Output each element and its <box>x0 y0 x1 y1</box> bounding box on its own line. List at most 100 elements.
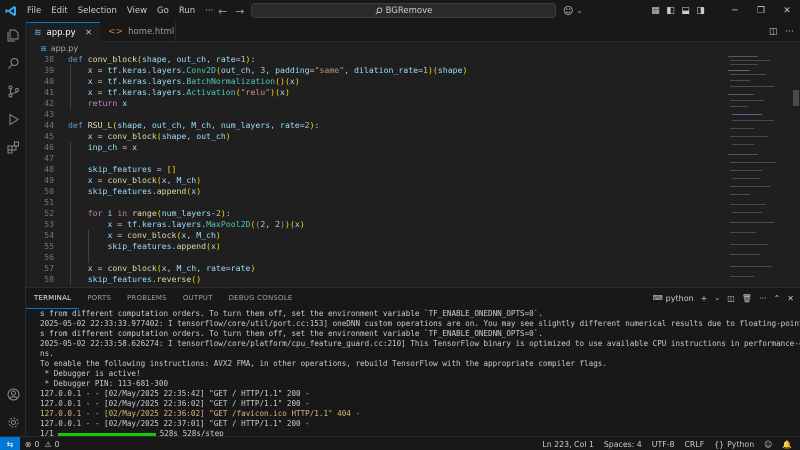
forward-arrow-icon[interactable]: → <box>235 5 244 18</box>
language-label: Python <box>727 439 755 449</box>
python-icon: ≋ <box>40 43 47 53</box>
tab-home-html[interactable]: <> home.html <box>100 22 176 42</box>
toggle-panel-icon[interactable]: ⬓ <box>678 0 693 22</box>
remote-indicator-icon[interactable]: ⇆ <box>0 437 20 450</box>
warning-count: 0 <box>54 439 60 449</box>
code-line: 40 x = tf.keras.layers.BatchNormalizatio… <box>44 76 300 86</box>
code-line: 50 skip_features.append(x) <box>44 186 202 196</box>
minimap[interactable] <box>726 54 792 285</box>
encoding[interactable]: UTF-8 <box>652 440 675 449</box>
code-editor[interactable]: 38 def conv_block(shape, out_ch, rate=1):… <box>26 54 726 285</box>
code-line: 38 def conv_block(shape, out_ch, rate=1): <box>44 54 256 64</box>
tab-terminal[interactable]: TERMINAL <box>26 288 80 309</box>
menu-more[interactable]: ··· <box>200 0 218 22</box>
editor-scrollbar[interactable] <box>792 54 800 285</box>
customize-layout-icon[interactable]: ▦ <box>648 0 663 22</box>
indentation[interactable]: Spaces: 4 <box>604 440 642 449</box>
more-actions-icon[interactable]: ··· <box>785 27 794 37</box>
terminal-line: * Debugger is active! <box>40 369 141 378</box>
code-line: 44 def RSU_L(shape, out_ch, M_ch, num_lay… <box>44 120 320 130</box>
code-line: 54 x = conv_block(x, M_ch) <box>44 230 221 240</box>
more-actions-icon[interactable]: ··· <box>759 294 767 303</box>
tab-label: app.py <box>46 27 76 38</box>
cursor-position[interactable]: Ln 223, Col 1 <box>542 440 593 449</box>
code-line: 41 x = tf.keras.layers.Activation("relu"… <box>44 87 290 97</box>
code-line: 43 <box>44 109 54 119</box>
close-window-icon[interactable]: ✕ <box>774 0 800 22</box>
explorer-icon[interactable] <box>0 24 26 46</box>
html-icon: <> <box>108 27 124 37</box>
terminal-line: To enable the following instructions: AV… <box>40 359 607 368</box>
code-line: 56 <box>44 252 54 262</box>
scroll-thumb[interactable] <box>793 90 799 106</box>
search-text: BGRemove <box>385 5 433 16</box>
tab-output[interactable]: OUTPUT <box>175 288 221 308</box>
command-center-search[interactable]: BGRemove <box>251 3 556 18</box>
close-icon[interactable]: ✕ <box>85 28 92 37</box>
error-count: 0 <box>34 439 40 449</box>
tab-ports[interactable]: PORTS <box>79 288 119 308</box>
menu-run[interactable]: Run <box>174 0 200 22</box>
search-activity-icon[interactable] <box>0 52 26 74</box>
split-editor-icon[interactable]: ◫ <box>769 27 778 37</box>
copilot-icon: ☺ <box>563 5 574 17</box>
braces-icon: {} <box>714 439 725 449</box>
source-control-icon[interactable] <box>0 80 26 102</box>
breadcrumb-file[interactable]: app.py <box>51 44 78 53</box>
minimize-icon[interactable]: ─ <box>722 0 748 22</box>
menu-go[interactable]: Go <box>152 0 174 22</box>
code-line: 49 x = conv_block(x, M_ch) <box>44 175 202 185</box>
toggle-primary-sidebar-icon[interactable]: ◧ <box>663 0 678 22</box>
extensions-icon[interactable] <box>0 136 26 158</box>
menu-view[interactable]: View <box>122 0 152 22</box>
terminal-line: * Debugger PIN: 113-681-300 <box>40 379 169 388</box>
close-panel-icon[interactable]: ✕ <box>787 294 794 303</box>
code-line: 48 skip_features = [] <box>44 164 177 174</box>
menu-bar: File Edit Selection View Go Run ··· <box>22 0 218 22</box>
code-line: 58 skip_features.reverse() <box>44 274 202 284</box>
bottom-panel: TERMINAL PORTS PROBLEMS OUTPUT DEBUG CON… <box>26 287 800 437</box>
chevron-down-icon: ⌄ <box>576 7 583 15</box>
terminal-line: s from different computation orders. To … <box>40 309 543 318</box>
terminal-icon: ⌨ <box>652 294 663 302</box>
split-terminal-icon[interactable]: ◫ <box>727 294 735 303</box>
activity-bar <box>0 22 26 436</box>
terminal-line: 127.0.0.1 - - [02/May/2025 22:35:42] "GE… <box>40 389 310 398</box>
breadcrumb[interactable]: ≋ app.py <box>26 42 78 54</box>
restore-icon[interactable]: ❐ <box>748 0 774 22</box>
python-icon: ≋ <box>34 27 42 38</box>
terminal-line: 127.0.0.1 - - [02/May/2025 22:36:02] "GE… <box>40 409 361 418</box>
terminal-output[interactable]: s from different computation orders. To … <box>40 309 800 437</box>
copilot-status-icon[interactable]: ☺ <box>764 440 772 449</box>
problems-indicator[interactable]: ⊗ 0 ⚠ 0 <box>25 437 59 450</box>
accounts-icon[interactable] <box>0 383 26 405</box>
menu-file[interactable]: File <box>22 0 46 22</box>
toggle-secondary-sidebar-icon[interactable]: ◨ <box>693 0 708 22</box>
tab-problems[interactable]: PROBLEMS <box>119 288 175 308</box>
code-line: 51 <box>44 197 54 207</box>
terminal-line: 2025-05-02 22:33:33.977402: I tensorflow… <box>40 319 800 328</box>
maximize-panel-icon[interactable]: ⌃ <box>774 294 781 303</box>
tab-app-py[interactable]: ≋ app.py ✕ <box>26 22 100 42</box>
new-terminal-icon[interactable]: + <box>701 294 708 303</box>
code-line: 45 x = conv_block(shape, out_ch) <box>44 131 231 141</box>
language-mode[interactable]: {} Python <box>714 440 754 449</box>
chevron-down-icon[interactable]: ⌄ <box>714 294 720 302</box>
vscode-logo-icon <box>0 0 22 22</box>
trash-icon[interactable]: 🗑 <box>742 294 752 303</box>
title-bar: File Edit Selection View Go Run ··· ← → … <box>0 0 800 22</box>
back-arrow-icon[interactable]: ← <box>218 5 227 18</box>
terminal-shell-selector[interactable]: ⌨ python <box>653 294 694 303</box>
code-line: 42 return x <box>44 98 128 108</box>
menu-edit[interactable]: Edit <box>46 0 72 22</box>
code-line: 46 inp_ch = x <box>44 142 138 152</box>
end-of-line[interactable]: CRLF <box>684 440 704 449</box>
copilot-button[interactable]: ☺ ⌄ <box>563 0 582 22</box>
menu-selection[interactable]: Selection <box>73 0 122 22</box>
terminal-line: 127.0.0.1 - - [02/May/2025 22:37:01] "GE… <box>40 419 310 428</box>
status-bar: ⇆ ⊗ 0 ⚠ 0 Ln 223, Col 1 Spaces: 4 UTF-8 … <box>0 436 800 450</box>
run-debug-icon[interactable] <box>0 108 26 130</box>
notifications-bell-icon[interactable]: 🔔 <box>782 440 792 449</box>
manage-gear-icon[interactable] <box>0 411 26 433</box>
tab-debug-console[interactable]: DEBUG CONSOLE <box>221 288 301 308</box>
